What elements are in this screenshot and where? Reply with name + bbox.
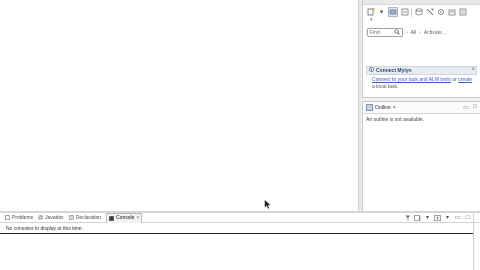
console-message: No consoles to display at this time. xyxy=(6,226,83,232)
categorize-icon[interactable] xyxy=(388,7,398,17)
connect-mylyn-body: Connect to your task and ALM tools or cr… xyxy=(372,77,476,91)
dropdown-arrow-icon[interactable]: ▾ xyxy=(424,214,431,221)
scheduled-icon[interactable] xyxy=(400,8,409,17)
outline-icon xyxy=(366,104,373,111)
outline-header: Outline × ▭ □ xyxy=(363,102,480,114)
right-border xyxy=(473,213,474,270)
focus-icon[interactable] xyxy=(436,8,445,17)
all-filter[interactable]: All xyxy=(411,30,417,36)
outline-tab-label: Outline xyxy=(375,104,391,111)
outline-message: An outline is not available. xyxy=(366,117,425,123)
outline-toolbar: ▭ □ xyxy=(463,104,478,111)
collapse-icon[interactable] xyxy=(447,8,456,17)
create-link[interactable]: create xyxy=(458,77,472,83)
console-icon xyxy=(109,215,114,221)
toolbar-separator xyxy=(411,7,412,17)
problems-icon xyxy=(5,215,10,220)
task-list-subtitle: ▾ xyxy=(370,17,373,23)
close-icon[interactable]: × xyxy=(136,215,139,221)
close-icon[interactable]: × xyxy=(393,105,396,111)
dropdown-arrow-icon[interactable]: ▾ xyxy=(444,214,451,221)
hide-completed-icon[interactable] xyxy=(425,8,434,17)
connect-link[interactable]: Connect to your task and ALM tools xyxy=(372,77,451,83)
declaration-icon xyxy=(68,215,74,220)
console-toolbar: ▾ ▾ ▭ □ xyxy=(404,214,471,221)
tab-declaration[interactable]: Declaration xyxy=(68,213,102,222)
pin-console-icon[interactable] xyxy=(404,214,411,221)
task-list-toolbar: ▾ xyxy=(366,6,467,18)
new-task-icon[interactable] xyxy=(366,8,375,17)
maximize-icon[interactable]: □ xyxy=(464,214,471,221)
maximize-icon[interactable]: □ xyxy=(472,104,478,110)
open-console-icon[interactable] xyxy=(434,214,441,221)
find-field[interactable]: Find xyxy=(367,28,403,37)
or-text: or xyxy=(452,77,457,83)
connect-mylyn-header[interactable]: Connect Mylyn × xyxy=(366,66,477,75)
chevron-right-icon: › xyxy=(419,29,421,36)
right-column: ▾ ▾ Find › All › Activate... Connect Myl… xyxy=(361,0,480,213)
tab-declaration-label: Declaration xyxy=(75,214,102,221)
tab-problems-label: Problems xyxy=(12,214,34,221)
bottom-tab-bar: Problems @ Javadoc Declaration Console × xyxy=(0,212,479,223)
repository-icon[interactable] xyxy=(414,8,423,17)
find-placeholder: Find xyxy=(370,29,380,36)
tab-javadoc[interactable]: @ Javadoc xyxy=(38,213,64,222)
tab-problems[interactable]: Problems xyxy=(5,213,33,222)
local-task-text: a local task. xyxy=(372,84,399,90)
task-filter-row: Find › All › Activate... xyxy=(367,28,446,37)
view-menu-icon[interactable] xyxy=(458,8,467,17)
editor-area[interactable] xyxy=(0,0,358,211)
tab-outline[interactable]: Outline × xyxy=(366,104,396,111)
console-divider xyxy=(0,233,474,234)
task-list-panel: ▾ ▾ Find › All › Activate... Connect Myl… xyxy=(362,0,480,98)
info-icon xyxy=(369,67,374,74)
bottom-panel: Problems @ Javadoc Declaration Console × xyxy=(0,212,480,270)
outline-panel: Outline × ▭ □ An outline is not availabl… xyxy=(362,101,480,213)
activate-link[interactable]: Activate... xyxy=(424,30,446,36)
minimize-icon[interactable]: ▭ xyxy=(454,214,461,221)
tab-console[interactable]: Console × xyxy=(106,212,143,223)
close-icon[interactable]: × xyxy=(471,67,475,73)
chevron-right-icon: › xyxy=(406,29,408,36)
connect-mylyn-title: Connect Mylyn xyxy=(376,67,412,74)
tab-javadoc-label: Javadoc xyxy=(45,214,64,221)
task-list-header xyxy=(363,0,480,5)
dropdown-arrow-icon[interactable]: ▾ xyxy=(377,8,386,17)
mouse-pointer-icon xyxy=(264,199,272,210)
connect-mylyn-section: Connect Mylyn × Connect to your task and… xyxy=(366,66,477,94)
search-icon[interactable] xyxy=(394,28,400,37)
minimize-icon[interactable]: ▭ xyxy=(463,104,469,111)
display-selected-console-icon[interactable] xyxy=(414,214,421,221)
javadoc-icon: @ xyxy=(38,215,44,221)
tab-console-label: Console xyxy=(116,215,135,221)
